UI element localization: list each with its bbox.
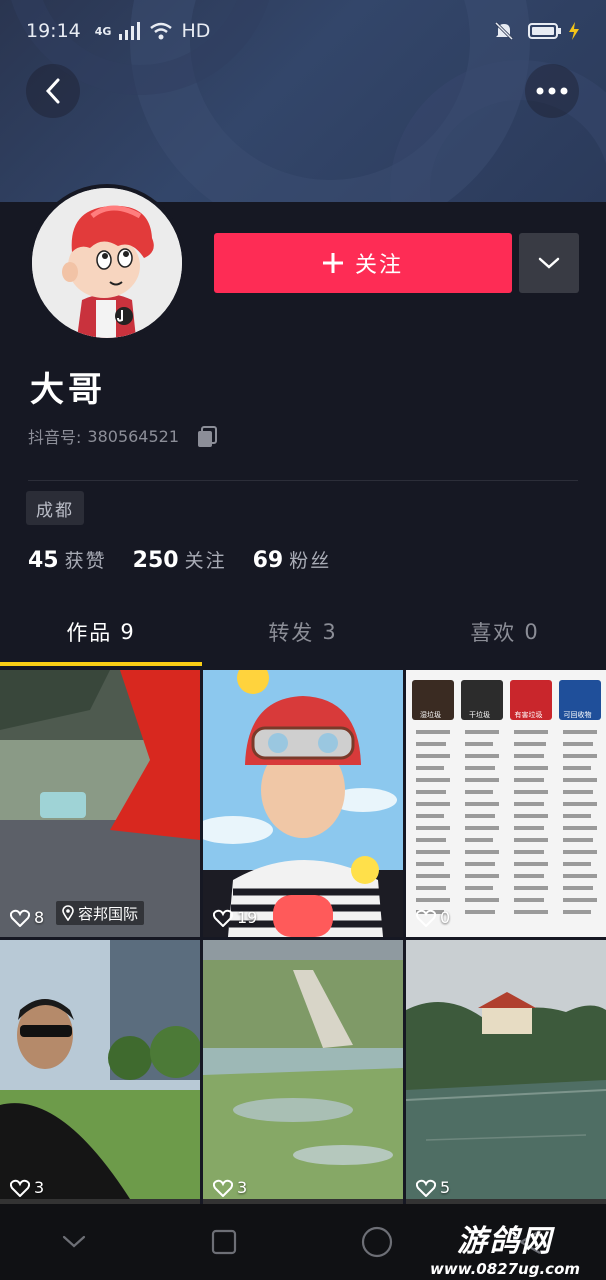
stat-label: 粉丝 (289, 550, 332, 572)
profile-stats: 45 获赞 250 关注 69 粉丝 (28, 546, 331, 573)
like-count: 0 (416, 908, 450, 927)
copy-icon[interactable] (195, 424, 219, 448)
stat-value: 250 (132, 548, 179, 573)
heart-icon (213, 909, 233, 927)
tab-likes[interactable]: 喜欢 0 (404, 600, 606, 664)
like-count-value: 8 (34, 908, 45, 927)
location-pin-icon (62, 905, 74, 921)
site-watermark: 游鸽网 www.0827ug.com (410, 1216, 600, 1278)
tab-count: 0 (524, 620, 540, 644)
poster-header: 可回收物 (563, 711, 592, 719)
status-time: 19:14 (26, 20, 81, 42)
stat-value: 45 (28, 548, 59, 573)
stat-label: 关注 (184, 550, 227, 572)
watermark-url: www.0827ug.com (430, 1260, 580, 1278)
chevron-left-icon (45, 78, 60, 104)
heart-icon (10, 909, 30, 927)
poster-headers: 湿垃圾 干垃圾 有害垃圾 可回收物 (406, 710, 606, 720)
heart-icon (213, 1179, 233, 1197)
tab-works[interactable]: 作品 9 (0, 600, 202, 664)
like-count-value: 5 (440, 1178, 451, 1197)
like-count-value: 0 (440, 908, 451, 927)
stat-followers[interactable]: 69 粉丝 (253, 546, 332, 573)
content-tabs: 作品 9 转发 3 喜欢 0 (0, 600, 606, 664)
heart-icon (416, 909, 436, 927)
status-bar: 19:14 4G HD (0, 0, 606, 62)
tab-indicator (0, 662, 202, 666)
video-grid: 8 容邦国际 19 湿垃圾 干垃圾 有害垃圾 可回收物 0 3 3 5 (0, 670, 606, 1207)
stat-likes: 45 获赞 (28, 546, 107, 573)
douyin-id-label: 抖音号: (28, 428, 82, 447)
tab-count: 9 (120, 620, 136, 644)
tab-label: 喜欢 (470, 621, 517, 645)
signal-icon (119, 22, 141, 40)
wifi-icon (150, 22, 173, 40)
network-label: 4G (94, 24, 112, 38)
avatar-image (32, 188, 182, 338)
like-count-value: 3 (237, 1178, 248, 1197)
battery-icon (528, 23, 561, 39)
profile-name: 大哥 (30, 370, 106, 410)
heart-icon (10, 1179, 30, 1197)
stat-value: 69 (252, 548, 284, 573)
tab-reposts[interactable]: 转发 3 (202, 600, 404, 664)
video-location-chip: 容邦国际 (56, 901, 145, 925)
follow-label: 关注 (354, 253, 403, 278)
like-count-value: 19 (237, 908, 258, 927)
divider (28, 480, 578, 481)
like-count: 5 (416, 1178, 450, 1197)
avatar[interactable] (28, 184, 186, 342)
follow-button[interactable]: 关注 (214, 233, 512, 293)
like-count: 3 (10, 1178, 44, 1197)
more-dots-icon (536, 87, 568, 95)
poster-header: 干垃圾 (469, 711, 490, 719)
like-count: 8 (10, 908, 44, 927)
more-button[interactable] (525, 64, 579, 118)
home-icon[interactable] (361, 1226, 393, 1258)
chevron-down-icon (538, 257, 560, 269)
video-thumbnail[interactable]: 8 容邦国际 (0, 670, 200, 937)
video-thumbnail[interactable]: 3 (0, 940, 200, 1207)
stat-following[interactable]: 250 关注 (133, 546, 227, 573)
douyin-id-value: 380564521 (87, 426, 180, 446)
recommend-dropdown-button[interactable] (519, 233, 579, 293)
like-count: 19 (213, 908, 257, 927)
tab-count: 3 (322, 620, 338, 644)
charging-icon (569, 22, 579, 40)
like-count: 3 (213, 1178, 247, 1197)
watermark-title: 游鸽网 (457, 1224, 553, 1259)
video-cover-street (0, 670, 200, 937)
video-cover-helmet-selfie (203, 670, 403, 937)
hd-label: HD (181, 20, 211, 42)
video-location-text: 容邦国际 (78, 904, 139, 923)
location-tag: 成都 (26, 491, 84, 525)
poster-header: 有害垃圾 (514, 711, 543, 719)
video-cover-misty-lake (406, 940, 606, 1199)
video-thumbnail[interactable]: 5 (406, 940, 606, 1207)
plus-icon (322, 253, 343, 273)
recent-apps-icon[interactable] (211, 1229, 237, 1255)
tab-label: 转发 (268, 621, 315, 645)
cartoon-avatar-illustration (32, 188, 182, 338)
video-cover-man-sunglasses (0, 940, 200, 1199)
poster-header: 湿垃圾 (420, 711, 441, 719)
mute-icon (494, 21, 514, 41)
tab-label: 作品 (66, 621, 113, 645)
douyin-id: 抖音号: 380564521 (28, 424, 219, 448)
nav-hide-icon[interactable] (62, 1235, 86, 1249)
heart-icon (416, 1179, 436, 1197)
video-thumbnail[interactable]: 19 (203, 670, 403, 937)
back-button[interactable] (26, 64, 80, 118)
stat-label: 获赞 (64, 550, 107, 572)
video-thumbnail[interactable]: 3 (203, 940, 403, 1207)
video-cover-mountain-wetland (203, 940, 403, 1199)
video-thumbnail[interactable]: 湿垃圾 干垃圾 有害垃圾 可回收物 0 (406, 670, 606, 937)
like-count-value: 3 (34, 1178, 45, 1197)
